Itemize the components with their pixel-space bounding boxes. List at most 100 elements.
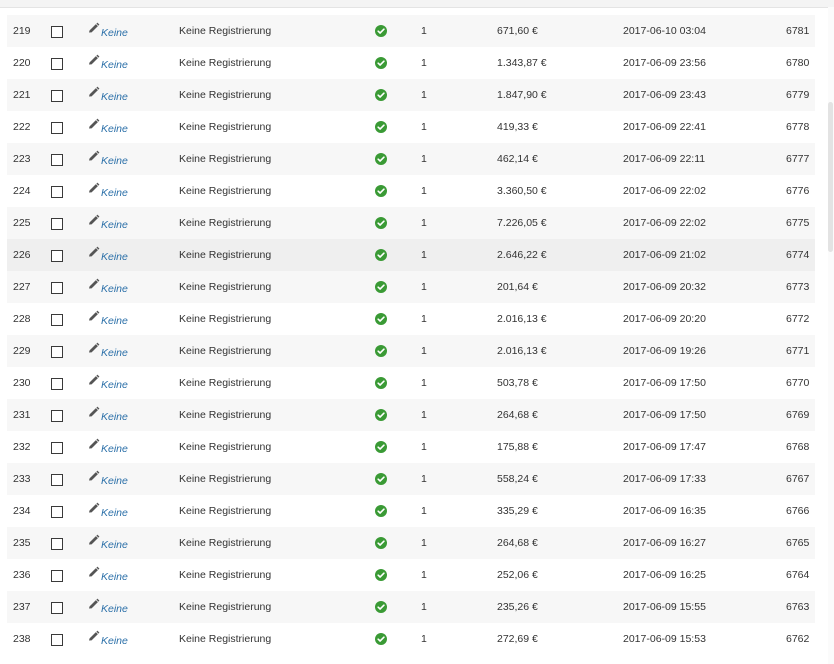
scrollbar-thumb[interactable] <box>828 102 833 252</box>
pencil-icon[interactable] <box>87 54 100 67</box>
edit-link[interactable]: Keine <box>101 561 128 593</box>
row-checkbox[interactable] <box>51 410 63 422</box>
table-row[interactable]: 233 Keine Keine Registrierung 1 558,24 € 2017… <box>7 463 815 495</box>
table-row[interactable]: 230 Keine Keine Registrierung 1 503,78 € 2017… <box>7 367 815 399</box>
registration-status: Keine Registrierung <box>179 633 272 645</box>
table-row[interactable]: 231 Keine Keine Registrierung 1 264,68 € 2017… <box>7 399 815 431</box>
order-date: 2017-06-09 17:47 <box>623 441 706 453</box>
pencil-icon[interactable] <box>87 150 100 163</box>
table-row[interactable]: 237 Keine Keine Registrierung 1 235,26 € 2017… <box>7 591 815 623</box>
edit-link[interactable]: Keine <box>101 177 128 209</box>
table-row[interactable]: 220 Keine Keine Registrierung 1 1.343,87 € 20… <box>7 47 815 79</box>
pencil-icon[interactable] <box>87 502 100 515</box>
pencil-icon[interactable] <box>87 438 100 451</box>
row-number: 234 <box>13 505 31 517</box>
table-row[interactable]: 221 Keine Keine Registrierung 1 1.847,90 € 20… <box>7 79 815 111</box>
pencil-icon[interactable] <box>87 566 100 579</box>
order-date: 2017-06-09 20:32 <box>623 281 706 293</box>
order-id: 6762 <box>786 633 810 645</box>
table-row[interactable]: 223 Keine Keine Registrierung 1 462,14 € 2017… <box>7 143 815 175</box>
table-row[interactable]: 236 Keine Keine Registrierung 1 252,06 € 2017… <box>7 559 815 591</box>
edit-link[interactable]: Keine <box>101 529 128 561</box>
check-circle-icon <box>375 25 387 37</box>
pencil-icon[interactable] <box>87 406 100 419</box>
vertical-scrollbar[interactable] <box>828 7 834 664</box>
check-circle-icon <box>375 377 387 389</box>
table-row[interactable]: 225 Keine Keine Registrierung 1 7.226,05 € 20… <box>7 207 815 239</box>
row-checkbox[interactable] <box>51 346 63 358</box>
table-row[interactable]: 234 Keine Keine Registrierung 1 335,29 € 2017… <box>7 495 815 527</box>
table-row[interactable]: 238 Keine Keine Registrierung 1 272,69 € 2017… <box>7 623 815 655</box>
pencil-icon[interactable] <box>87 246 100 259</box>
order-id: 6772 <box>786 313 810 325</box>
order-date: 2017-06-09 23:56 <box>623 57 706 69</box>
table-row[interactable]: 232 Keine Keine Registrierung 1 175,88 € 2017… <box>7 431 815 463</box>
edit-link[interactable]: Keine <box>101 433 128 465</box>
table-row[interactable]: 229 Keine Keine Registrierung 1 2.016,13 € 20… <box>7 335 815 367</box>
table-row[interactable]: 226 Keine Keine Registrierung 1 2.646,22 € 20… <box>7 239 815 271</box>
edit-link[interactable]: Keine <box>101 625 128 657</box>
edit-link[interactable]: Keine <box>101 17 128 49</box>
pencil-icon[interactable] <box>87 598 100 611</box>
row-checkbox[interactable] <box>51 602 63 614</box>
row-checkbox[interactable] <box>51 154 63 166</box>
row-checkbox[interactable] <box>51 506 63 518</box>
row-checkbox[interactable] <box>51 378 63 390</box>
row-checkbox[interactable] <box>51 474 63 486</box>
quantity: 1 <box>421 409 427 421</box>
check-circle-icon <box>375 505 387 517</box>
row-checkbox[interactable] <box>51 442 63 454</box>
row-checkbox[interactable] <box>51 634 63 646</box>
edit-link[interactable]: Keine <box>101 209 128 241</box>
edit-link[interactable]: Keine <box>101 241 128 273</box>
edit-link[interactable]: Keine <box>101 49 128 81</box>
quantity: 1 <box>421 249 427 261</box>
table-row[interactable]: 219 Keine Keine Registrierung 1 671,60 € 2017… <box>7 15 815 47</box>
table-row[interactable]: 235 Keine Keine Registrierung 1 264,68 € 2017… <box>7 527 815 559</box>
row-checkbox[interactable] <box>51 58 63 70</box>
order-amount: 335,29 € <box>497 505 538 517</box>
table-row[interactable]: 222 Keine Keine Registrierung 1 419,33 € 2017… <box>7 111 815 143</box>
pencil-icon[interactable] <box>87 118 100 131</box>
row-checkbox[interactable] <box>51 314 63 326</box>
row-checkbox[interactable] <box>51 26 63 38</box>
pencil-icon[interactable] <box>87 630 100 643</box>
table-row[interactable]: 224 Keine Keine Registrierung 1 3.360,50 € 20… <box>7 175 815 207</box>
pencil-icon[interactable] <box>87 470 100 483</box>
row-checkbox[interactable] <box>51 282 63 294</box>
row-checkbox[interactable] <box>51 538 63 550</box>
edit-link[interactable]: Keine <box>101 145 128 177</box>
pencil-icon[interactable] <box>87 182 100 195</box>
orders-table: 219 Keine Keine Registrierung 1 671,60 € 2017… <box>7 15 815 655</box>
pencil-icon[interactable] <box>87 278 100 291</box>
pencil-icon[interactable] <box>87 214 100 227</box>
row-checkbox[interactable] <box>51 570 63 582</box>
edit-link[interactable]: Keine <box>101 305 128 337</box>
pencil-icon[interactable] <box>87 22 100 35</box>
quantity: 1 <box>421 537 427 549</box>
row-checkbox[interactable] <box>51 122 63 134</box>
check-circle-icon <box>375 441 387 453</box>
edit-link[interactable]: Keine <box>101 337 128 369</box>
edit-link[interactable]: Keine <box>101 113 128 145</box>
registration-status: Keine Registrierung <box>179 345 272 357</box>
edit-link[interactable]: Keine <box>101 401 128 433</box>
row-checkbox[interactable] <box>51 250 63 262</box>
pencil-icon[interactable] <box>87 534 100 547</box>
edit-link[interactable]: Keine <box>101 81 128 113</box>
row-checkbox[interactable] <box>51 90 63 102</box>
pencil-icon[interactable] <box>87 310 100 323</box>
pencil-icon[interactable] <box>87 86 100 99</box>
pencil-icon[interactable] <box>87 374 100 387</box>
order-id: 6764 <box>786 569 810 581</box>
pencil-icon[interactable] <box>87 342 100 355</box>
row-checkbox[interactable] <box>51 186 63 198</box>
table-row[interactable]: 228 Keine Keine Registrierung 1 2.016,13 € 20… <box>7 303 815 335</box>
edit-link[interactable]: Keine <box>101 369 128 401</box>
table-row[interactable]: 227 Keine Keine Registrierung 1 201,64 € 2017… <box>7 271 815 303</box>
edit-link[interactable]: Keine <box>101 593 128 625</box>
row-checkbox[interactable] <box>51 218 63 230</box>
edit-link[interactable]: Keine <box>101 497 128 529</box>
edit-link[interactable]: Keine <box>101 465 128 497</box>
edit-link[interactable]: Keine <box>101 273 128 305</box>
